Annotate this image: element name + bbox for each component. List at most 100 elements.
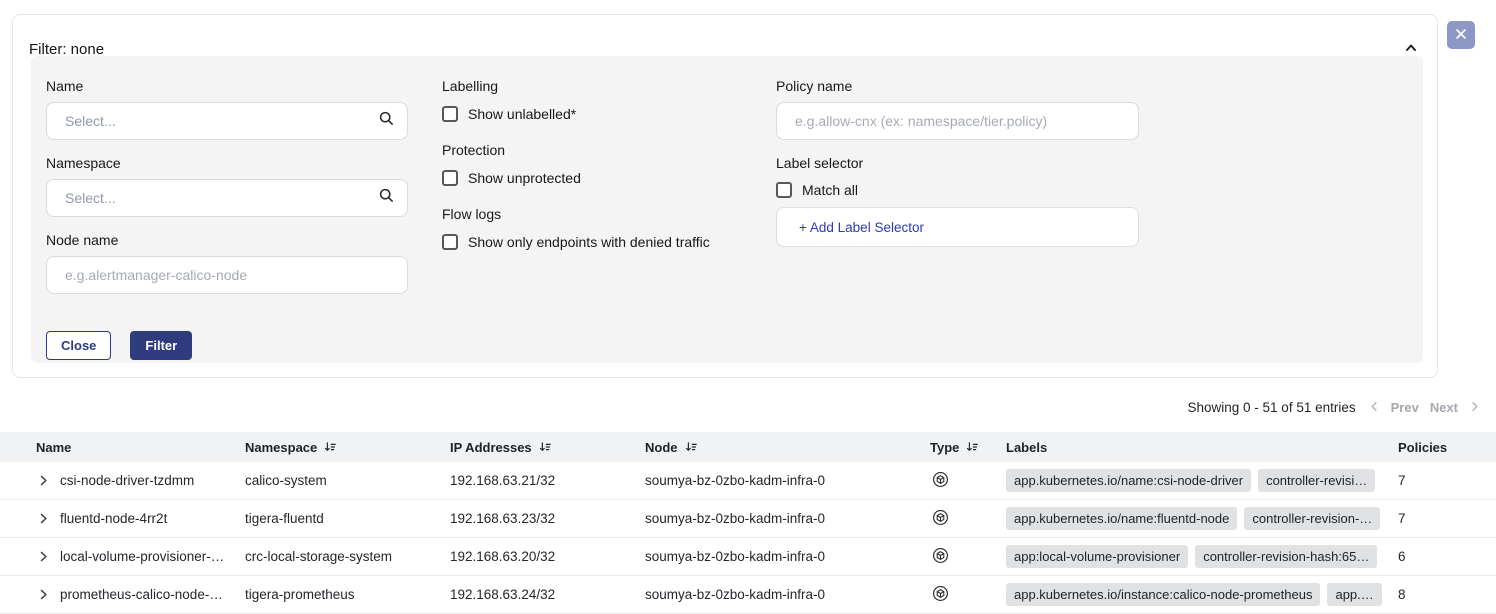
label-chip: app:local-volume-provisioner <box>1006 545 1188 568</box>
endpoint-namespace: tigera-fluentd <box>245 511 450 526</box>
endpoint-namespace: crc-local-storage-system <box>245 549 450 564</box>
show-unlabelled-row: Show unlabelled* <box>442 104 762 124</box>
endpoint-node: soumya-bz-0zbo-kadm-infra-0 <box>645 511 930 526</box>
filter-column-left: Name Select... Namespace Select... Node … <box>46 78 408 360</box>
protection-section-label: Protection <box>442 142 762 158</box>
denied-traffic-checkbox[interactable] <box>442 234 458 250</box>
column-label: Name <box>36 440 71 455</box>
endpoint-namespace: tigera-prometheus <box>245 587 450 602</box>
table-header: Name Namespace IP Addresses Node Type La… <box>0 432 1496 462</box>
prev-page-chevron-icon[interactable] <box>1369 400 1380 415</box>
match-all-row: Match all <box>776 180 1139 200</box>
filter-column-middle: Labelling Show unlabelled* Protection Sh… <box>442 78 762 270</box>
column-label: IP Addresses <box>450 440 532 455</box>
show-unprotected-label: Show unprotected <box>468 170 581 186</box>
endpoint-node: soumya-bz-0zbo-kadm-infra-0 <box>645 473 930 488</box>
endpoint-namespace: calico-system <box>245 473 450 488</box>
match-all-label: Match all <box>802 182 858 198</box>
column-label: Labels <box>1006 440 1047 455</box>
column-header-name: Name <box>0 440 245 455</box>
endpoint-ip: 192.168.63.24/32 <box>450 587 645 602</box>
endpoints-table: Name Namespace IP Addresses Node Type La… <box>0 432 1496 614</box>
row-expand-chevron-icon[interactable] <box>37 474 50 487</box>
name-field-label: Name <box>46 78 408 94</box>
node-name-input[interactable] <box>46 256 408 294</box>
prev-page-button[interactable]: Prev <box>1391 400 1419 415</box>
table-row[interactable]: fluentd-node-4rr2t tigera-fluentd 192.16… <box>0 500 1496 538</box>
table-row[interactable]: prometheus-calico-node-… tigera-promethe… <box>0 576 1496 614</box>
label-chip: app.kubernetes.io/name:csi-node-driver <box>1006 469 1251 492</box>
denied-traffic-label: Show only endpoints with denied traffic <box>468 234 710 250</box>
policy-name-input[interactable] <box>776 102 1139 140</box>
filter-actions: Close Filter <box>46 331 408 360</box>
policy-name-field-label: Policy name <box>776 78 1139 94</box>
pagination-bar: Showing 0 - 51 of 51 entries Prev Next <box>1188 394 1481 420</box>
sort-icon[interactable] <box>323 440 337 454</box>
column-label: Node <box>645 440 678 455</box>
flow-logs-section-label: Flow logs <box>442 206 762 222</box>
filter-card: Filter: none Name Select... Namespace Se… <box>12 14 1438 378</box>
row-expand-chevron-icon[interactable] <box>37 588 50 601</box>
row-expand-chevron-icon[interactable] <box>37 550 50 563</box>
policies-count: 8 <box>1398 587 1496 602</box>
search-icon <box>378 187 395 209</box>
endpoint-name: fluentd-node-4rr2t <box>60 511 167 526</box>
show-unprotected-checkbox[interactable] <box>442 170 458 186</box>
endpoint-ip: 192.168.63.23/32 <box>450 511 645 526</box>
label-chip: controller-revision-… <box>1244 507 1380 530</box>
dismiss-filter-button[interactable] <box>1447 21 1475 49</box>
column-header-policies: Policies <box>1398 440 1496 455</box>
column-header-namespace[interactable]: Namespace <box>245 440 450 455</box>
endpoint-name: local-volume-provisioner-… <box>60 549 224 564</box>
endpoint-node: soumya-bz-0zbo-kadm-infra-0 <box>645 549 930 564</box>
policies-count: 6 <box>1398 549 1496 564</box>
labelling-section-label: Labelling <box>442 78 762 94</box>
sort-icon[interactable] <box>538 440 552 454</box>
policies-count: 7 <box>1398 473 1496 488</box>
search-icon <box>378 110 395 132</box>
denied-traffic-row: Show only endpoints with denied traffic <box>442 232 762 252</box>
add-label-selector-button[interactable]: + Add Label Selector <box>776 207 1139 247</box>
endpoint-ip: 192.168.63.20/32 <box>450 549 645 564</box>
add-label-selector-label: + Add Label Selector <box>799 220 924 235</box>
endpoint-node: soumya-bz-0zbo-kadm-infra-0 <box>645 587 930 602</box>
workload-endpoint-icon <box>932 509 949 529</box>
label-chip: app.kubernetes.io/name:fluentd-node <box>1006 507 1237 530</box>
row-expand-chevron-icon[interactable] <box>37 512 50 525</box>
filter-button[interactable]: Filter <box>130 331 192 360</box>
sort-icon[interactable] <box>684 440 698 454</box>
pager-controls: Prev Next <box>1369 400 1480 415</box>
show-unlabelled-checkbox[interactable] <box>442 106 458 122</box>
label-chip: controller-revision-hash:65… <box>1195 545 1377 568</box>
column-label: Type <box>930 440 959 455</box>
label-chip: controller-revisi… <box>1258 469 1375 492</box>
table-row[interactable]: local-volume-provisioner-… crc-local-sto… <box>0 538 1496 576</box>
next-page-button[interactable]: Next <box>1430 400 1458 415</box>
workload-endpoint-icon <box>932 547 949 567</box>
column-header-labels: Labels <box>1006 440 1398 455</box>
show-unprotected-row: Show unprotected <box>442 168 762 188</box>
close-button[interactable]: Close <box>46 331 111 360</box>
column-header-ip-addresses[interactable]: IP Addresses <box>450 440 645 455</box>
name-select-placeholder: Select... <box>65 113 378 129</box>
entries-summary: Showing 0 - 51 of 51 entries <box>1188 400 1356 415</box>
namespace-field-label: Namespace <box>46 155 408 171</box>
next-page-chevron-icon[interactable] <box>1469 400 1480 415</box>
namespace-select[interactable]: Select... <box>46 179 408 217</box>
filter-form-panel: Name Select... Namespace Select... Node … <box>31 56 1423 363</box>
node-name-field-label: Node name <box>46 232 408 248</box>
column-header-node[interactable]: Node <box>645 440 930 455</box>
match-all-checkbox[interactable] <box>776 182 792 198</box>
workload-endpoint-icon <box>932 471 949 491</box>
close-icon <box>1455 28 1467 43</box>
column-header-type[interactable]: Type <box>930 440 1006 455</box>
show-unlabelled-label: Show unlabelled* <box>468 106 576 122</box>
sort-icon[interactable] <box>965 440 979 454</box>
policies-count: 7 <box>1398 511 1496 526</box>
column-label: Namespace <box>245 440 317 455</box>
table-row[interactable]: csi-node-driver-tzdmm calico-system 192.… <box>0 462 1496 500</box>
workload-endpoint-icon <box>932 585 949 605</box>
name-select[interactable]: Select... <box>46 102 408 140</box>
namespace-select-placeholder: Select... <box>65 190 378 206</box>
endpoint-name: prometheus-calico-node-… <box>60 587 223 602</box>
